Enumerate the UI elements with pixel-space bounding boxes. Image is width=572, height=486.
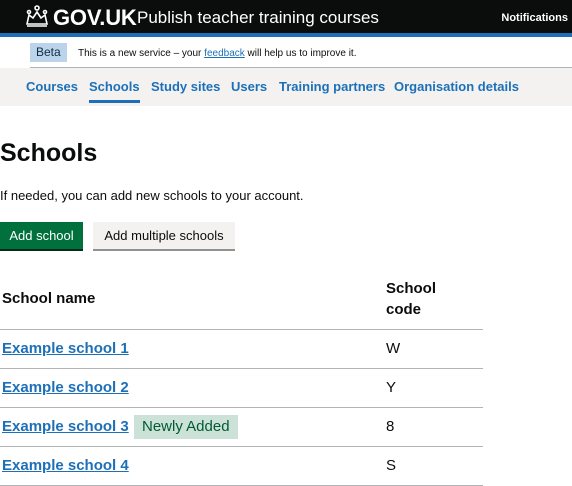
govuk-logo[interactable]: GOV.UK [53, 5, 137, 31]
nav-item-courses[interactable]: Courses [26, 79, 78, 94]
add-multiple-schools-button[interactable]: Add multiple schools [93, 222, 235, 249]
notifications-link[interactable]: Notifications [501, 12, 568, 24]
page-title: Schools [0, 139, 98, 167]
crown-icon [26, 5, 48, 27]
site-header: GOV.UK Publish teacher training courses … [0, 0, 572, 36]
nav-item-users[interactable]: Users [231, 79, 267, 94]
column-header-school-name: School name [2, 290, 96, 307]
nav-item-organisation-details[interactable]: Organisation details [394, 79, 519, 94]
school-code: S [386, 457, 397, 474]
nav-item-training-partners[interactable]: Training partners [279, 79, 385, 94]
school-link[interactable]: Example school 1 [2, 340, 129, 357]
intro-text: If needed, you can add new schools to yo… [0, 188, 304, 203]
phase-text-after: will help us to improve it. [244, 48, 357, 59]
column-header-code-line1: School [386, 280, 437, 297]
header-accent-bar [0, 33, 572, 37]
school-code: 8 [386, 418, 395, 435]
school-code: W [386, 340, 401, 357]
school-link[interactable]: Example school 4 [2, 457, 129, 474]
table-divider [0, 446, 483, 447]
school-link[interactable]: Example school 3 [2, 418, 129, 435]
table-divider [0, 329, 483, 330]
school-code: Y [386, 379, 397, 396]
table-divider [0, 368, 483, 369]
school-link[interactable]: Example school 2 [2, 379, 129, 396]
primary-navigation: Courses Schools Study sites Users Traini… [0, 68, 572, 106]
nav-item-study-sites[interactable]: Study sites [151, 79, 220, 94]
phase-banner: Beta This is a new service – your feedba… [30, 40, 572, 68]
table-divider [0, 407, 483, 408]
add-school-button[interactable]: Add school [0, 222, 83, 249]
phase-text-before: This is a new service – your [78, 48, 205, 59]
phase-text: This is a new service – your feedback wi… [78, 48, 356, 59]
service-name[interactable]: Publish teacher training courses [137, 8, 379, 28]
newly-added-tag: Newly Added [134, 415, 238, 439]
column-header-school-code: School code [386, 278, 436, 320]
nav-item-schools[interactable]: Schools [89, 79, 140, 103]
column-header-code-line2: code [386, 301, 422, 318]
feedback-link[interactable]: feedback [204, 48, 245, 59]
phase-tag: Beta [30, 43, 67, 62]
